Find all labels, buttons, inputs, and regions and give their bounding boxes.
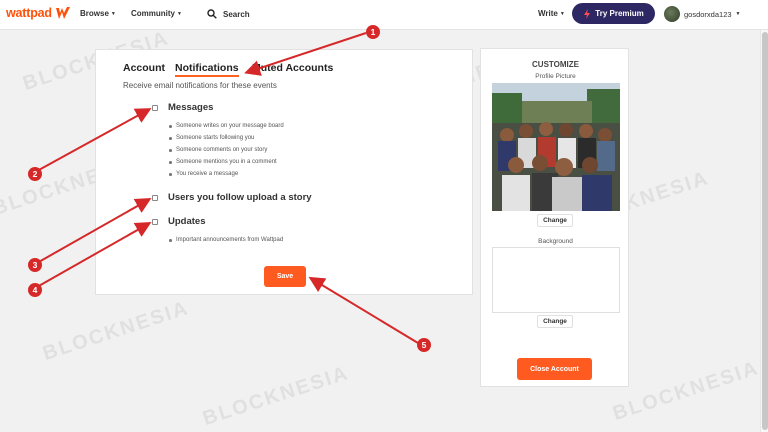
customize-title: CUSTOMIZE [532, 60, 579, 69]
annotation-badge-5: 5 [417, 338, 431, 352]
list-item: Important announcements from Wattpad [168, 234, 283, 246]
updates-event-list: Important announcements from Wattpad [168, 234, 283, 246]
watermark: BLOCKNESIA [610, 357, 762, 426]
wattpad-w-icon [55, 7, 70, 19]
customize-card: CUSTOMIZE Profile Picture Change Backgro… [480, 48, 629, 387]
premium-label: Try Premium [595, 9, 644, 18]
chevron-down-icon: ▼ [110, 10, 116, 17]
chevron-down-icon: ▼ [177, 10, 182, 17]
tab-account[interactable]: Account [123, 62, 165, 74]
write-menu[interactable]: Write ▼ [538, 9, 565, 18]
chevron-down-icon: ▼ [735, 11, 741, 17]
save-button[interactable]: Save [264, 266, 306, 287]
tab-muted-accounts[interactable]: Muted Accounts [252, 62, 333, 74]
top-navigation-bar: wattpad Browse ▼ Community ▼ Search Writ… [0, 0, 768, 30]
chevron-down-icon: ▼ [559, 10, 565, 17]
community-menu[interactable]: Community ▼ [131, 9, 182, 18]
group-photo-image [492, 83, 620, 211]
username: gosdorxda123 [684, 9, 732, 19]
notification-settings-card: Account Notifications Muted Accounts Rec… [95, 49, 473, 295]
community-label: Community [131, 9, 175, 18]
search-button[interactable]: Search [207, 9, 250, 19]
list-item: Someone mentions you in a comment [169, 156, 284, 168]
list-item: Someone starts following you [169, 132, 284, 144]
browse-menu[interactable]: Browse ▼ [80, 9, 116, 18]
page-scrollbar[interactable] [760, 30, 768, 432]
watermark: BLOCKNESIA [200, 362, 352, 431]
search-label: Search [223, 9, 250, 19]
annotation-badge-2: 2 [28, 167, 42, 181]
write-label: Write [538, 9, 558, 18]
messages-checkbox[interactable] [152, 105, 158, 111]
change-background-button[interactable]: Change [537, 315, 573, 328]
profile-picture [492, 83, 620, 211]
updates-group-title: Updates [168, 216, 206, 227]
annotation-badge-1: 1 [366, 25, 380, 39]
list-item: You receive a message [169, 168, 284, 180]
user-menu[interactable]: gosdorxda123 ▼ [664, 6, 741, 22]
browse-label: Browse [80, 9, 109, 18]
annotation-badge-4: 4 [28, 283, 42, 297]
annotation-badge-3: 3 [28, 258, 42, 272]
tab-notifications[interactable]: Notifications [175, 62, 239, 77]
watermark: BLOCKNESIA [40, 297, 192, 366]
background-label: Background [538, 238, 573, 245]
notifications-subheading: Receive email notifications for these ev… [123, 81, 277, 90]
try-premium-button[interactable]: Try Premium [572, 3, 655, 24]
avatar [664, 6, 680, 22]
search-icon [207, 9, 217, 19]
background-preview [492, 247, 620, 313]
users-upload-group-title: Users you follow upload a story [168, 192, 312, 203]
profile-picture-label: Profile Picture [535, 73, 576, 80]
lightning-bolt-icon [584, 8, 591, 19]
updates-checkbox[interactable] [152, 219, 158, 225]
messages-group-title: Messages [168, 102, 214, 113]
list-item: Someone writes on your message board [169, 120, 284, 132]
wattpad-logo[interactable]: wattpad [6, 6, 71, 20]
users-upload-checkbox[interactable] [152, 195, 158, 201]
logo-text: wattpad [6, 6, 52, 20]
scrollbar-thumb[interactable] [762, 32, 768, 430]
list-item: Someone comments on your story [169, 144, 284, 156]
close-account-button[interactable]: Close Account [517, 358, 592, 380]
messages-event-list: Someone writes on your message board Som… [169, 120, 284, 180]
change-profile-picture-button[interactable]: Change [537, 214, 573, 227]
